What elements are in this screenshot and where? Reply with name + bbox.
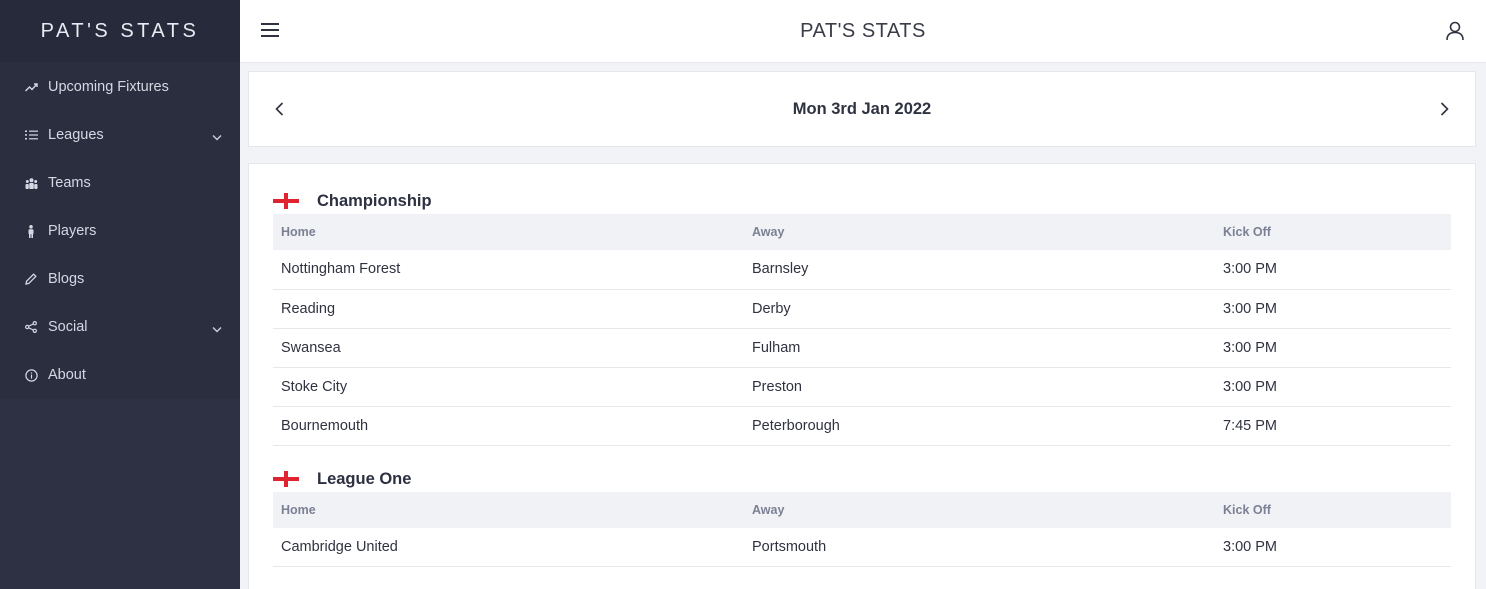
fixtures-table: Home Away Kick Off Cambridge United Port… <box>273 491 1451 567</box>
kickoff-time: 3:00 PM <box>1215 250 1451 290</box>
away-team: Peterborough <box>744 406 1215 446</box>
away-team: Barnsley <box>744 250 1215 290</box>
table-row[interactable]: Nottingham Forest Barnsley 3:00 PM <box>273 250 1451 290</box>
date-navigator: Mon 3rd Jan 2022 <box>248 71 1476 147</box>
home-team: Swansea <box>273 328 744 368</box>
kickoff-time: 3:00 PM <box>1215 367 1451 407</box>
sidebar-item-about[interactable]: About <box>0 351 240 399</box>
top-header: PAT'S STATS <box>240 0 1486 63</box>
column-header-kickoff: Kick Off <box>1223 502 1271 517</box>
league-name: League One <box>317 469 412 488</box>
chevron-right-icon[interactable] <box>1440 102 1449 121</box>
home-team: Stoke City <box>273 367 744 407</box>
away-team: Preston <box>744 367 1215 407</box>
home-team: Reading <box>273 289 744 329</box>
sidebar-item-label: Teams <box>48 175 91 191</box>
chevron-down-icon <box>212 321 222 337</box>
chevron-down-icon <box>212 129 222 145</box>
fixtures-table: Home Away Kick Off Nottingham Forest Bar… <box>273 214 1451 446</box>
sidebar-item-label: About <box>48 367 86 383</box>
sidebar-item-blogs[interactable]: Blogs <box>0 255 240 303</box>
trend-icon <box>24 80 38 94</box>
home-team: Bournemouth <box>273 406 744 446</box>
league-league-one: League One Home Away Kick Off Cambridge … <box>273 446 1451 567</box>
column-header-away: Away <box>752 225 785 239</box>
home-team: Nottingham Forest <box>273 250 744 290</box>
sidebar-item-teams[interactable]: Teams <box>0 159 240 207</box>
sidebar-item-upcoming-fixtures[interactable]: Upcoming Fixtures <box>0 63 240 111</box>
pencil-icon <box>24 272 38 286</box>
sidebar-item-players[interactable]: Players <box>0 207 240 255</box>
sidebar-item-label: Leagues <box>48 127 104 143</box>
away-team: Derby <box>744 289 1215 329</box>
sidebar-nav: Upcoming Fixtures Leagues Teams Players <box>0 62 240 399</box>
column-header-home: Home <box>281 225 316 239</box>
kickoff-time: 3:00 PM <box>1215 289 1451 329</box>
table-header-row: Home Away Kick Off <box>273 214 1451 250</box>
sidebar-item-social[interactable]: Social <box>0 303 240 351</box>
table-row[interactable]: Swansea Fulham 3:00 PM <box>273 328 1451 368</box>
list-icon <box>24 128 38 142</box>
away-team: Portsmouth <box>744 527 1215 567</box>
page-title: PAT'S STATS <box>800 20 926 42</box>
away-team: Fulham <box>744 328 1215 368</box>
home-team: Cambridge United <box>273 527 744 567</box>
table-row[interactable]: Reading Derby 3:00 PM <box>273 289 1451 329</box>
sidebar-item-label: Blogs <box>48 271 85 287</box>
kickoff-time: 3:00 PM <box>1215 527 1451 567</box>
table-row[interactable]: Stoke City Preston 3:00 PM <box>273 367 1451 407</box>
england-flag-icon <box>273 193 299 209</box>
share-icon <box>24 320 38 334</box>
sidebar-item-label: Upcoming Fixtures <box>48 79 169 95</box>
league-header: League One <box>273 446 1451 492</box>
league-championship: Championship Home Away Kick Off Nottingh… <box>273 164 1451 446</box>
table-header-row: Home Away Kick Off <box>273 491 1451 528</box>
info-icon <box>24 368 38 382</box>
kickoff-time: 3:00 PM <box>1215 328 1451 368</box>
team-icon <box>24 176 38 190</box>
column-header-home: Home <box>281 502 316 517</box>
column-header-away: Away <box>752 502 785 517</box>
kickoff-time: 7:45 PM <box>1215 406 1451 446</box>
column-header-kickoff: Kick Off <box>1223 225 1271 239</box>
fixtures-panel: Championship Home Away Kick Off Nottingh… <box>248 163 1476 589</box>
person-icon <box>24 224 38 238</box>
sidebar-item-leagues[interactable]: Leagues <box>0 111 240 159</box>
england-flag-icon <box>273 470 299 487</box>
table-row[interactable]: Bournemouth Peterborough 7:45 PM <box>273 406 1451 446</box>
table-row[interactable]: Cambridge United Portsmouth 3:00 PM <box>273 527 1451 567</box>
league-name: Championship <box>317 192 432 210</box>
sidebar-item-label: Social <box>48 319 88 335</box>
league-header: Championship <box>273 164 1451 214</box>
sidebar: PAT'S STATS Upcoming Fixtures Leagues Te… <box>0 0 240 589</box>
current-date: Mon 3rd Jan 2022 <box>792 100 932 118</box>
user-icon[interactable] <box>1446 21 1464 46</box>
sidebar-item-label: Players <box>48 223 97 239</box>
brand-logo[interactable]: PAT'S STATS <box>0 0 240 62</box>
